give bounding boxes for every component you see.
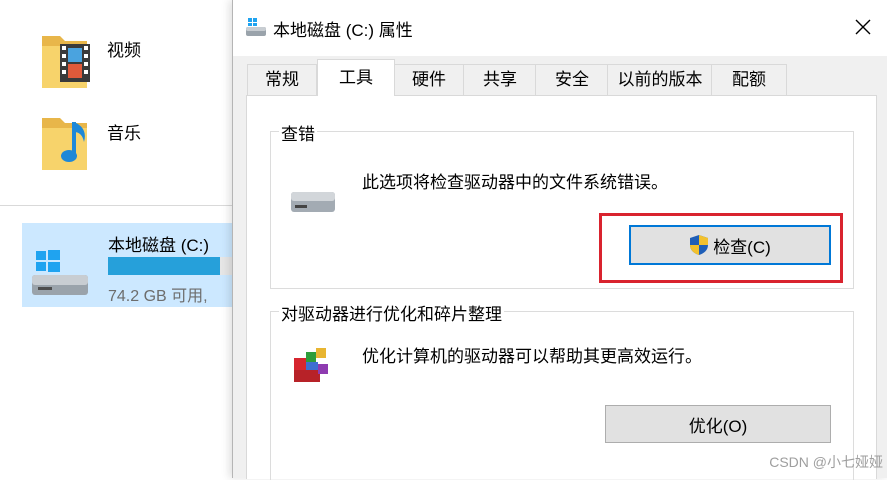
drive-free-space: 74.2 GB 可用, xyxy=(108,288,208,305)
annotation-highlight-box xyxy=(599,213,843,283)
drive-icon xyxy=(291,192,335,212)
video-folder-icon[interactable] xyxy=(38,30,96,94)
tab-quota[interactable]: 配额 xyxy=(711,64,787,95)
folder-label-music[interactable]: 音乐 xyxy=(107,119,141,144)
dialog-title: 本地磁盘 (C:) 属性 xyxy=(273,21,413,40)
drive-usage-fill xyxy=(108,257,221,275)
watermark: CSDN @小七娅娅 xyxy=(769,454,883,470)
tab-sharing[interactable]: 共享 xyxy=(463,64,537,95)
tools-panel: 查错 此选项将检查驱动器中的文件系统错误。 检查(C) 对驱动器进行优化和碎片整… xyxy=(246,95,877,480)
properties-dialog: 本地磁盘 (C:) 属性 常规 工具 硬件 共享 安全 以前的版本 配额 查错 … xyxy=(232,0,887,480)
optimize-button-label: 优化(O) xyxy=(688,416,748,436)
tab-hardware[interactable]: 硬件 xyxy=(393,64,465,95)
windows-drive-icon xyxy=(32,250,88,295)
music-folder-icon[interactable] xyxy=(38,112,96,176)
error-check-description: 此选项将检查驱动器中的文件系统错误。 xyxy=(362,173,668,192)
folder-label-video[interactable]: 视频 xyxy=(107,36,141,61)
error-check-title: 查错 xyxy=(279,120,317,145)
close-icon xyxy=(855,19,871,35)
optimize-description: 优化计算机的驱动器可以帮助其更高效运行。 xyxy=(362,347,702,366)
tab-security[interactable]: 安全 xyxy=(535,64,609,95)
drive-usage-bar xyxy=(108,257,240,275)
divider xyxy=(0,205,240,206)
tab-tools[interactable]: 工具 xyxy=(317,59,395,96)
tab-general[interactable]: 常规 xyxy=(247,64,317,95)
close-button[interactable] xyxy=(846,10,880,44)
optimize-button[interactable]: 优化(O) xyxy=(605,405,831,443)
dialog-titlebar[interactable]: 本地磁盘 (C:) 属性 xyxy=(233,0,887,56)
optimize-title: 对驱动器进行优化和碎片整理 xyxy=(279,300,504,325)
defrag-icon xyxy=(294,348,328,382)
drive-title-icon xyxy=(246,18,266,36)
error-check-group: 查错 此选项将检查驱动器中的文件系统错误。 检查(C) xyxy=(270,120,854,289)
drive-c-tile[interactable]: 本地磁盘 (C:) 74.2 GB 可用, xyxy=(22,223,240,307)
file-explorer: 视频 音乐 本地磁盘 (C:) 74.2 GB 可用, xyxy=(0,0,240,478)
tab-previous-versions[interactable]: 以前的版本 xyxy=(607,64,713,95)
optimize-group: 对驱动器进行优化和碎片整理 优化计算机的驱动器可以帮助其更高效运行。 优化(O) xyxy=(270,300,854,480)
drive-name: 本地磁盘 (C:) xyxy=(108,236,210,255)
